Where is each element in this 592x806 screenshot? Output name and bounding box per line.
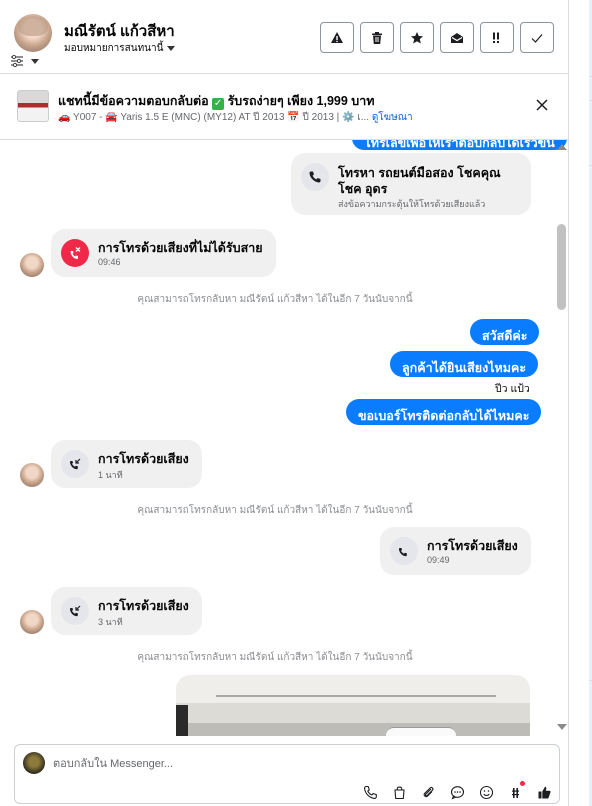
contact-avatar-small <box>20 610 44 634</box>
incoming-call-icon-wrap <box>61 597 89 625</box>
delete-button[interactable] <box>360 22 394 53</box>
shop-button[interactable] <box>390 783 409 801</box>
contact-name[interactable]: มณีรัตน์ แก้วสีหา <box>64 19 175 43</box>
trash-icon <box>372 31 382 44</box>
ad-context-banner: แชทนี้มีข้อความตอบกลับต่อ ✓ รับรถง่ายๆ เ… <box>0 74 568 140</box>
incoming-call-card[interactable]: การโทรด้วยเสียง 1 นาที <box>51 440 202 488</box>
outgoing-message-bubble[interactable]: สวัสดีค่ะ <box>470 319 540 345</box>
incoming-call-duration: 1 นาที <box>98 470 123 480</box>
scroll-down-arrow[interactable] <box>557 724 567 730</box>
incoming-call-icon <box>70 458 81 470</box>
ad-subtitle: 🚗 Y007 - 🚘 Yaris 1.5 E (MNC) (MY12) AT ป… <box>58 110 413 125</box>
ad-title-text: แชทนี้มีข้อความตอบกลับต่อ <box>58 94 209 108</box>
like-button[interactable] <box>535 783 554 801</box>
contact-avatar[interactable] <box>14 14 52 52</box>
thumbs-up-icon <box>538 786 551 798</box>
scrollbar-thumb[interactable] <box>557 224 566 310</box>
assign-label: มอบหมายการสนทนานี้ <box>64 43 164 54</box>
contact-avatar-small <box>20 253 44 277</box>
done-button[interactable] <box>520 22 554 53</box>
missed-call-icon <box>70 247 81 259</box>
outgoing-call-title: การโทรด้วยเสียง <box>427 539 518 553</box>
ad-thumbnail[interactable] <box>17 90 49 122</box>
envelope-open-icon <box>451 32 463 43</box>
photo-car <box>386 727 456 736</box>
ad-title-tail: รับรถง่ายๆ เพียง 1,999 บาท <box>227 94 375 108</box>
image-attachment[interactable] <box>176 675 530 736</box>
contact-avatar-small <box>20 463 44 487</box>
phone-icon-wrap <box>301 163 329 191</box>
phone-icon <box>309 171 321 183</box>
sender-name-label: ปีว แป้ว <box>495 383 530 395</box>
call-button[interactable] <box>361 783 380 801</box>
callback-notice: คุณสามารถโทรกลับหา มณีรัตน์ แก้วสีหา ได้… <box>137 294 413 305</box>
missed-call-icon-wrap <box>61 239 89 267</box>
outgoing-call-icon-wrap <box>390 537 418 565</box>
ad-title: แชทนี้มีข้อความตอบกลับต่อ ✓ รับรถง่ายๆ เ… <box>58 91 375 111</box>
chat-scrollbar[interactable] <box>555 142 567 732</box>
outgoing-message-bubble[interactable]: โทรเลขเพื่อให้เราตอบกลับได้เร็วขึ้น <box>352 140 567 150</box>
missed-call-card[interactable]: การโทรด้วยเสียงที่ไม่ได้รับสาย 09:46 <box>51 229 276 277</box>
close-icon[interactable] <box>534 97 550 113</box>
outgoing-call-card[interactable]: การโทรด้วยเสียง 09:49 <box>380 527 531 575</box>
outgoing-message-bubble[interactable]: ขอเบอร์โทรติดต่อกลับได้ไหมคะ <box>346 399 542 425</box>
follow-up-button[interactable] <box>480 22 514 53</box>
reply-composer <box>14 744 560 804</box>
saved-replies-button[interactable] <box>448 783 467 801</box>
incoming-call-icon-wrap <box>61 450 89 478</box>
conversation-header: มณีรัตน์ แก้วสีหา มอบหมายการสนทนานี้ <box>0 0 568 74</box>
spam-button[interactable] <box>320 22 354 53</box>
photo-shadow <box>176 705 188 736</box>
outgoing-call-prompt-card[interactable]: โทรหา รถยนต์มือสอง โชคคุณ โชค อุดร ส่งข้… <box>291 153 531 215</box>
photo-detail <box>216 695 496 697</box>
missed-call-time: 09:46 <box>98 257 121 267</box>
incoming-call-title: การโทรด้วยเสียง <box>98 452 189 466</box>
notification-dot <box>520 781 525 786</box>
attach-button[interactable] <box>419 783 438 801</box>
incoming-call-duration: 3 นาที <box>98 617 123 627</box>
incoming-call-icon <box>70 605 81 617</box>
page-avatar <box>23 752 45 774</box>
missed-call-title: การโทรด้วยเสียงที่ไม่ได้รับสาย <box>98 241 263 255</box>
message-thread: โทรเลขเพื่อให้เราตอบกลับได้เร็วขึ้น โทรห… <box>0 140 568 736</box>
emoji-icon <box>479 785 494 799</box>
incoming-call-title: การโทรด้วยเสียง <box>98 599 189 613</box>
phone-icon <box>364 785 377 799</box>
right-panel-edge <box>568 0 592 806</box>
outgoing-call-icon <box>399 548 407 557</box>
assign-conversation-dropdown[interactable]: มอบหมายการสนทนานี้ <box>64 41 176 56</box>
callback-notice: คุณสามารถโทรกลับหา มณีรัตน์ แก้วสีหา ได้… <box>137 505 413 516</box>
emoji-button[interactable] <box>477 783 496 801</box>
view-ad-link[interactable]: ดูโฆษณา <box>372 112 413 123</box>
quick-reply-button[interactable] <box>506 781 525 801</box>
follow-up-icon <box>493 32 499 43</box>
outgoing-call-time: 09:49 <box>427 555 450 565</box>
call-prompt-title-line2: โชค อุดร <box>338 182 388 196</box>
check-mark-icon: ✓ <box>212 98 225 110</box>
check-icon <box>531 33 543 43</box>
chevron-down-icon <box>167 46 176 51</box>
star-icon <box>411 31 423 43</box>
reply-input[interactable] <box>53 754 533 774</box>
warning-icon <box>331 31 343 43</box>
mark-read-button[interactable] <box>440 22 474 53</box>
paperclip-icon <box>423 786 434 797</box>
callback-notice: คุณสามารถโทรกลับหา มณีรัตน์ แก้วสีหา ได้… <box>137 652 413 663</box>
call-prompt-note: ส่งข้อความกระตุ้นให้โทรด้วยเสียงแล้ว <box>338 199 486 209</box>
chat-bubble-icon <box>450 785 465 800</box>
chevron-down-icon[interactable] <box>31 59 39 64</box>
outgoing-message-bubble[interactable]: ลูกค้าได้ยินเสียงไหมคะ <box>390 351 539 377</box>
scroll-up-arrow[interactable] <box>557 144 567 150</box>
bag-icon <box>394 786 405 799</box>
incoming-call-card[interactable]: การโทรด้วยเสียง 3 นาที <box>51 587 202 635</box>
ad-subtitle-text: 🚗 Y007 - 🚘 Yaris 1.5 E (MNC) (MY12) AT ป… <box>58 112 370 123</box>
star-button[interactable] <box>400 22 434 53</box>
quick-reply-icon <box>512 787 519 798</box>
filter-icon[interactable] <box>10 55 24 67</box>
